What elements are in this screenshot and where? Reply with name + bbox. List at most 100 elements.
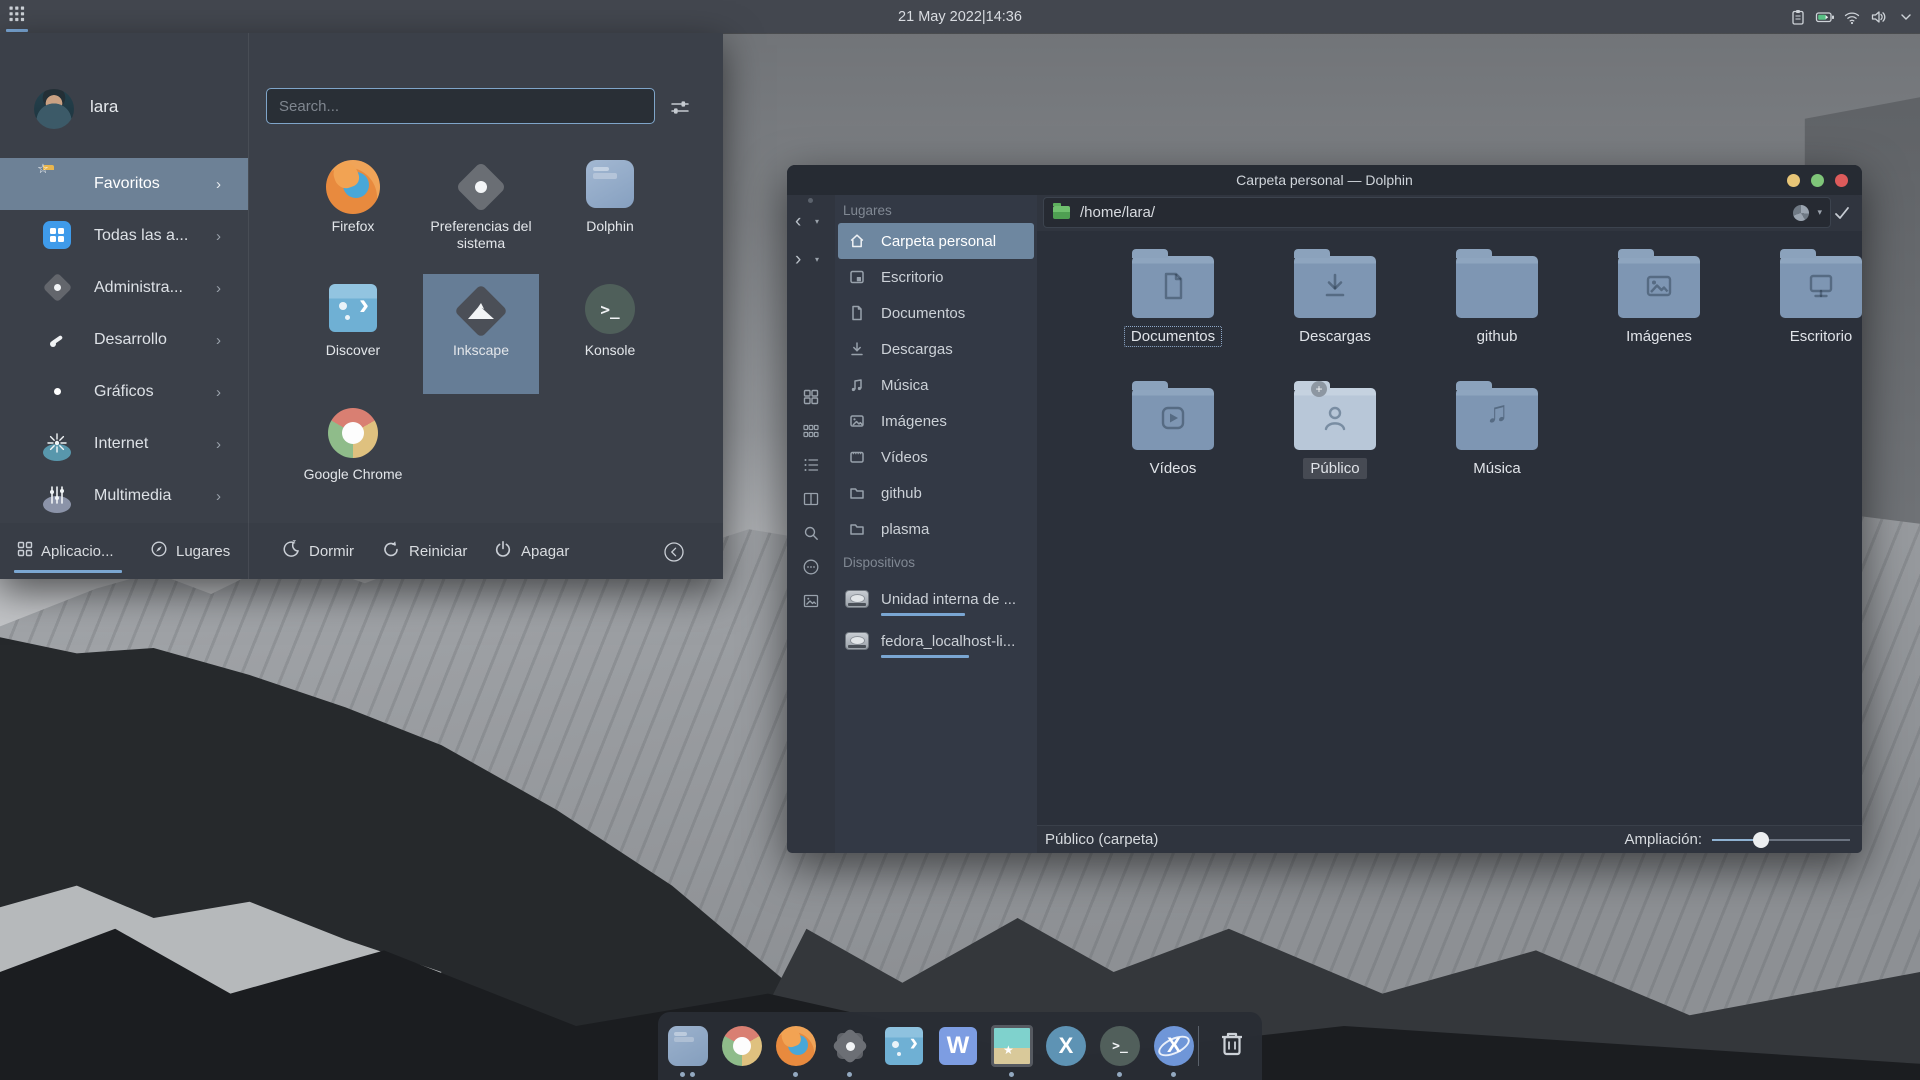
folder-publico[interactable]: + Público (1270, 379, 1400, 479)
dolphin-icon (586, 160, 634, 208)
folder-descargas[interactable]: Descargas (1270, 247, 1400, 347)
folder-github[interactable]: github (1432, 247, 1562, 347)
sidebar-item-todas-las-aplicaciones[interactable]: Todas las a... › (0, 210, 248, 262)
app-discover[interactable]: › Discover (295, 274, 411, 394)
section-lugares: Lugares (843, 203, 892, 218)
collapse-session-button[interactable] (662, 540, 686, 564)
free-space-icon[interactable] (1793, 205, 1809, 221)
close-button[interactable] (1835, 174, 1848, 187)
place-carpeta-personal[interactable]: Carpeta personal (838, 223, 1034, 259)
clipboard-icon[interactable] (1788, 7, 1808, 27)
menu-check-icon[interactable] (1832, 203, 1852, 223)
history-dropdown-icon[interactable]: ▾ (815, 255, 819, 264)
forward-button[interactable]: › ▾ (787, 247, 835, 277)
details-view-button[interactable] (802, 456, 820, 474)
place-documentos[interactable]: Documentos (838, 295, 1034, 331)
dock-item-trash[interactable] (1208, 1022, 1256, 1070)
folder-musica[interactable]: ♫ Música (1432, 379, 1562, 479)
sidebar-item-desarrollo[interactable]: Desarrollo › (0, 314, 248, 366)
dock-item-firefox[interactable] (772, 1022, 820, 1070)
wifi-icon[interactable] (1842, 7, 1862, 27)
place-label: Documentos (881, 305, 965, 322)
location-toolbar: /home/lara/ ▾ (1037, 195, 1862, 231)
volume-icon[interactable] (1869, 7, 1889, 27)
launcher-footer: Aplicacio... Lugares (0, 523, 723, 579)
icons-view-button[interactable] (802, 388, 820, 406)
dock-item-code-editor[interactable]: X (1042, 1022, 1090, 1070)
dock-separator (1198, 1026, 1199, 1066)
app-google-chrome[interactable]: Google Chrome (295, 398, 411, 518)
app-inkscape[interactable]: Inkscape (423, 274, 539, 394)
dock-item-system-settings[interactable] (826, 1022, 874, 1070)
folder-escritorio[interactable]: Escritorio (1756, 247, 1886, 347)
top-panel: 21 May 2022|14:36 (0, 0, 1920, 33)
back-button[interactable]: ‹ ▾ (787, 209, 835, 239)
sleep-button[interactable]: Dormir (281, 523, 354, 579)
desktop-icon (848, 268, 866, 286)
history-dropdown-icon[interactable]: ▾ (815, 217, 819, 226)
dock-item-gwenview[interactable]: ★ (988, 1022, 1036, 1070)
tab-aplicaciones[interactable]: Aplicacio... (17, 523, 114, 579)
running-indicator (793, 1072, 798, 1077)
category-label: Administra... (94, 279, 183, 297)
dock-item-xorg[interactable]: X (1150, 1022, 1198, 1070)
download-icon (848, 340, 866, 358)
sidebar-item-multimedia[interactable]: Multimedia › (0, 470, 248, 522)
locations-dropdown-icon[interactable]: ▾ (1817, 207, 1822, 218)
app-label: Google Chrome (295, 466, 411, 483)
expand-tray-icon[interactable] (1896, 7, 1916, 27)
window-titlebar[interactable]: Carpeta personal — Dolphin (787, 165, 1862, 195)
compact-view-button[interactable] (802, 422, 820, 440)
app-konsole[interactable]: >_ Konsole (552, 274, 668, 394)
device-unidad-interna[interactable]: Unidad interna de ... (838, 579, 1034, 619)
status-text: Público (carpeta) (1045, 831, 1158, 848)
sidebar-item-administracion[interactable]: Administra... › (0, 262, 248, 314)
split-view-button[interactable] (802, 490, 820, 508)
music-note-glyph-icon: ♫ (1456, 396, 1538, 430)
folder-documentos[interactable]: Documentos (1108, 247, 1238, 347)
dock-item-google-chrome[interactable] (718, 1022, 766, 1070)
configure-icon[interactable] (668, 95, 692, 119)
folder-imagenes[interactable]: Imágenes (1594, 247, 1724, 347)
sidebar-item-internet[interactable]: Internet › (0, 418, 248, 470)
maximize-button[interactable] (1811, 174, 1824, 187)
dock-item-writer[interactable]: W (934, 1022, 982, 1070)
search-button[interactable] (802, 524, 820, 542)
home-icon (848, 232, 866, 250)
search-input[interactable] (266, 88, 655, 124)
location-bar[interactable]: /home/lara/ ▾ (1043, 197, 1831, 228)
place-imagenes[interactable]: Imágenes (838, 403, 1034, 439)
minimize-button[interactable] (1787, 174, 1800, 187)
place-escritorio[interactable]: Escritorio (838, 259, 1034, 295)
zoom-slider[interactable] (1712, 832, 1850, 848)
app-preferencias-del-sistema[interactable]: Preferencias del sistema (423, 150, 539, 270)
user-avatar[interactable] (34, 89, 74, 129)
dock-item-dolphin[interactable] (664, 1022, 712, 1070)
folder-icon: ♫ (1456, 388, 1538, 450)
place-plasma[interactable]: plasma (838, 511, 1034, 547)
dock-item-discover[interactable]: › (880, 1022, 928, 1070)
place-descargas[interactable]: Descargas (838, 331, 1034, 367)
tab-lugares[interactable]: Lugares (150, 523, 230, 579)
restart-button[interactable]: Reiniciar (381, 523, 467, 579)
folder-videos[interactable]: Vídeos (1108, 379, 1238, 479)
app-dolphin[interactable]: Dolphin (552, 150, 668, 270)
slider-handle[interactable] (1753, 832, 1769, 848)
app-firefox[interactable]: Firefox (295, 150, 411, 270)
device-fedora-localhost[interactable]: fedora_localhost-li... (838, 621, 1034, 661)
place-github[interactable]: github (838, 475, 1034, 511)
more-options-button[interactable] (802, 558, 820, 576)
folder-icon (1456, 256, 1538, 318)
power-icon (493, 539, 513, 563)
panel-clock[interactable]: 21 May 2022|14:36 (0, 0, 1920, 33)
place-videos[interactable]: Vídeos (838, 439, 1034, 475)
current-path: /home/lara/ (1080, 204, 1155, 221)
sidebar-item-favoritos[interactable]: ☆ Favoritos › (0, 158, 248, 210)
dock-item-konsole[interactable]: >_ (1096, 1022, 1144, 1070)
place-musica[interactable]: Música (838, 367, 1034, 403)
preview-button[interactable] (802, 592, 820, 610)
document-icon (848, 304, 866, 322)
sidebar-item-graficos[interactable]: Gráficos › (0, 366, 248, 418)
shutdown-button[interactable]: Apagar (493, 523, 569, 579)
battery-icon[interactable] (1815, 7, 1835, 27)
